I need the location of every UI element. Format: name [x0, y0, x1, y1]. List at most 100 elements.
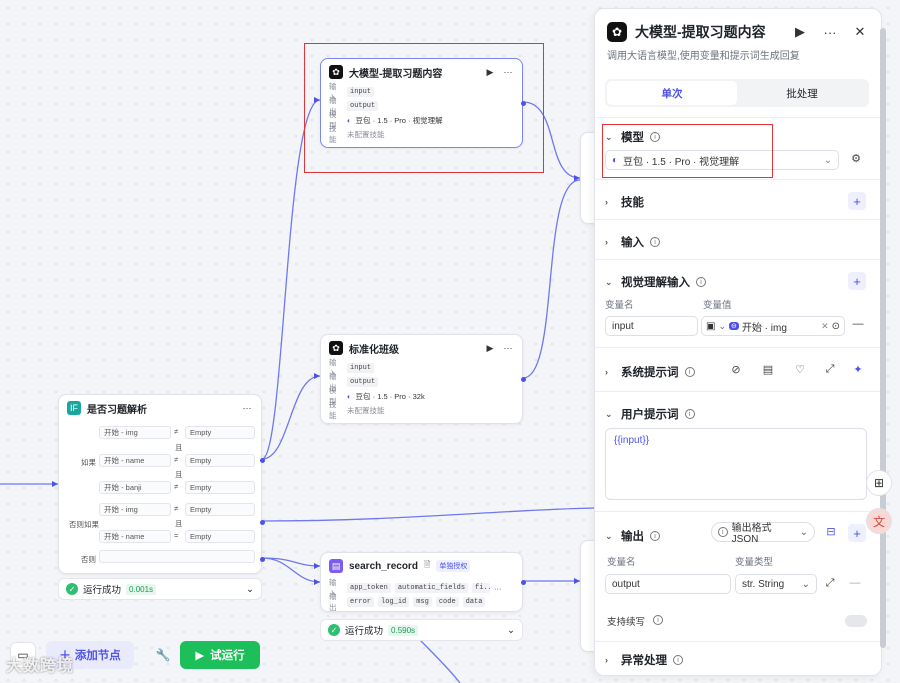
info-icon: i — [696, 277, 706, 287]
output-port[interactable] — [521, 580, 526, 585]
chevron-down-icon[interactable]: ⌄ — [605, 277, 615, 288]
chevron-down-icon[interactable]: ⌄ — [605, 409, 615, 420]
condition-status[interactable]: ✓ 运行成功 0.001s ⌄ — [58, 578, 262, 600]
watermark: 大数跨境 — [6, 658, 75, 675]
output-format-select[interactable]: i 输出格式JSON ⌄ — [711, 522, 815, 545]
output-port[interactable] — [521, 377, 526, 382]
elseif-port[interactable] — [260, 520, 265, 525]
search-status[interactable]: ✓ 运行成功 0.590s ⌄ — [320, 619, 523, 641]
llm-icon: ✿ — [607, 22, 627, 42]
more-icon[interactable]: ··· — [819, 25, 841, 40]
more-icon[interactable]: ··· — [494, 584, 502, 593]
doc-icon: 🗎 — [423, 560, 431, 569]
node-normalize-class[interactable]: ✿ 标准化班级 ▶ ··· 输入 input 输出 output 模型 ◐ 豆包 · 1… — [320, 334, 526, 424]
panel-title[interactable]: 大模型-提取习题内容 — [635, 22, 781, 42]
info-icon: i — [718, 527, 728, 537]
info-icon: i — [684, 367, 695, 377]
node-config-panel: ✿ 大模型-提取习题内容 ▶ ··· ✕ 调用大语言模型,使用变量和提示词生成回… — [594, 8, 882, 676]
compass-icon[interactable]: ⊘ — [729, 363, 743, 376]
remove-icon[interactable]: — — [851, 318, 865, 330]
ai-sparkle-icon[interactable]: ✦ — [851, 363, 865, 376]
expand-icon[interactable]: ⤢ — [823, 577, 837, 590]
auth-badge[interactable]: 单独授权 — [436, 560, 471, 572]
plugin-icon: ▤ — [329, 559, 343, 573]
node-search-record[interactable]: ▤ search_record 🗎 单独授权 输入 app_token auto… — [320, 552, 526, 612]
chevron-right-icon[interactable]: › — [605, 237, 615, 247]
llm-icon: ✿ — [329, 341, 343, 355]
library-icon[interactable]: ▤ — [761, 363, 775, 376]
user-prompt-section: ⌄ 用户提示词 i {{input}} — [595, 391, 881, 511]
condition-right[interactable]: Empty — [185, 481, 255, 494]
bulb-icon[interactable]: ♡ — [793, 363, 807, 376]
info-icon: i — [684, 409, 695, 419]
condition-left[interactable]: 开始 - img — [99, 503, 171, 516]
condition-left[interactable]: 开始 - name — [99, 454, 171, 467]
vision-var-value-select[interactable]: ▣ ⌄ ⊖ 开始 · img ✕ ⊙ — [701, 316, 845, 336]
condition-right[interactable]: Empty — [185, 503, 255, 516]
chevron-down-icon: ⌄ — [799, 526, 808, 538]
else-box — [99, 550, 255, 563]
start-node-icon: ⊖ — [729, 322, 739, 330]
condition-left[interactable]: 开始 - banji — [99, 481, 171, 494]
panel-toggle-icon[interactable]: ⊟ — [824, 525, 838, 538]
run-icon[interactable]: ▶ — [789, 24, 811, 40]
chevron-right-icon[interactable]: › — [605, 197, 615, 207]
chevron-right-icon[interactable]: › — [605, 655, 615, 665]
output-var-name-input[interactable]: output — [605, 574, 731, 594]
panel-scrollbar[interactable] — [880, 28, 886, 648]
expand-icon[interactable]: ⤢ — [823, 363, 837, 376]
vision-input-section: ⌄ 视觉理解输入 i + 变量名 变量值 input ▣ ⌄ ⊖ 开始 · img … — [595, 259, 881, 347]
tab-single[interactable]: 单次 — [607, 81, 737, 105]
clear-icon[interactable]: ✕ — [821, 321, 829, 332]
info-icon: i — [650, 237, 660, 247]
highlight-box-model — [602, 124, 773, 178]
close-icon[interactable]: ✕ — [849, 24, 871, 40]
more-icon[interactable]: ··· — [502, 343, 514, 353]
add-vision-input-button[interactable]: + — [848, 272, 866, 290]
condition-left[interactable]: 开始 - img — [99, 426, 171, 439]
chevron-down-icon: ⌄ — [801, 578, 810, 590]
else-port[interactable] — [260, 557, 265, 562]
node-title: 是否习题解析 — [87, 404, 147, 416]
run-node-icon[interactable]: ▶ — [484, 343, 496, 354]
remove-icon[interactable]: — — [848, 577, 862, 589]
chevron-down-icon[interactable]: ⌄ — [507, 625, 515, 636]
info-icon: i — [673, 655, 683, 665]
wrench-icon[interactable]: 🔧 — [150, 642, 176, 668]
translate-icon[interactable]: 文 — [866, 508, 892, 534]
skills-section: › 技能 + — [595, 179, 881, 219]
qr-icon[interactable]: ⊞ — [866, 470, 892, 496]
highlight-box-node — [304, 43, 544, 173]
chevron-down-icon[interactable]: ⌄ — [246, 584, 254, 595]
vision-var-name-input[interactable]: input — [605, 316, 698, 336]
settings-icon[interactable]: ⚙ — [849, 152, 863, 165]
if-label: 如果 — [81, 458, 96, 467]
more-icon[interactable]: ··· — [241, 403, 253, 413]
panel-description: 调用大语言模型,使用变量和提示词生成回复 — [607, 51, 800, 62]
condition-right[interactable]: Empty — [185, 530, 255, 543]
test-run-button[interactable]: ▶ 试运行 — [180, 641, 260, 669]
node-condition[interactable]: IF 是否习题解析 ··· 如果 否则如果 否则 开始 - img ≠ Empt… — [58, 394, 265, 574]
check-icon: ✓ — [66, 583, 78, 595]
output-section: ⌄ 输出 i i 输出格式JSON ⌄ ⊟ + 变量名 变量类型 output st… — [595, 511, 881, 641]
chevron-right-icon[interactable]: › — [605, 367, 615, 377]
doubao-icon: ◐ — [347, 391, 352, 401]
condition-right[interactable]: Empty — [185, 454, 255, 467]
check-icon: ✓ — [328, 624, 340, 636]
user-prompt-editor[interactable]: {{input}} — [605, 428, 867, 500]
output-var-type-select[interactable]: str. String ⌄ — [735, 574, 817, 594]
add-skill-button[interactable]: + — [848, 192, 866, 210]
node-title: 标准化班级 — [349, 344, 399, 356]
info-icon: i — [650, 531, 660, 541]
condition-left[interactable]: 开始 - name — [99, 530, 171, 543]
node-title: search_record — [349, 560, 418, 572]
tab-batch[interactable]: 批处理 — [737, 81, 867, 105]
condition-right[interactable]: Empty — [185, 426, 255, 439]
add-output-button[interactable]: + — [848, 524, 866, 542]
chevron-down-icon[interactable]: ⌄ — [605, 531, 615, 542]
if-port[interactable] — [260, 458, 265, 463]
stream-toggle[interactable] — [845, 615, 867, 627]
info-icon: i — [653, 615, 663, 625]
elseif-label: 否则如果 — [69, 520, 99, 529]
target-icon[interactable]: ⊙ — [832, 321, 840, 332]
